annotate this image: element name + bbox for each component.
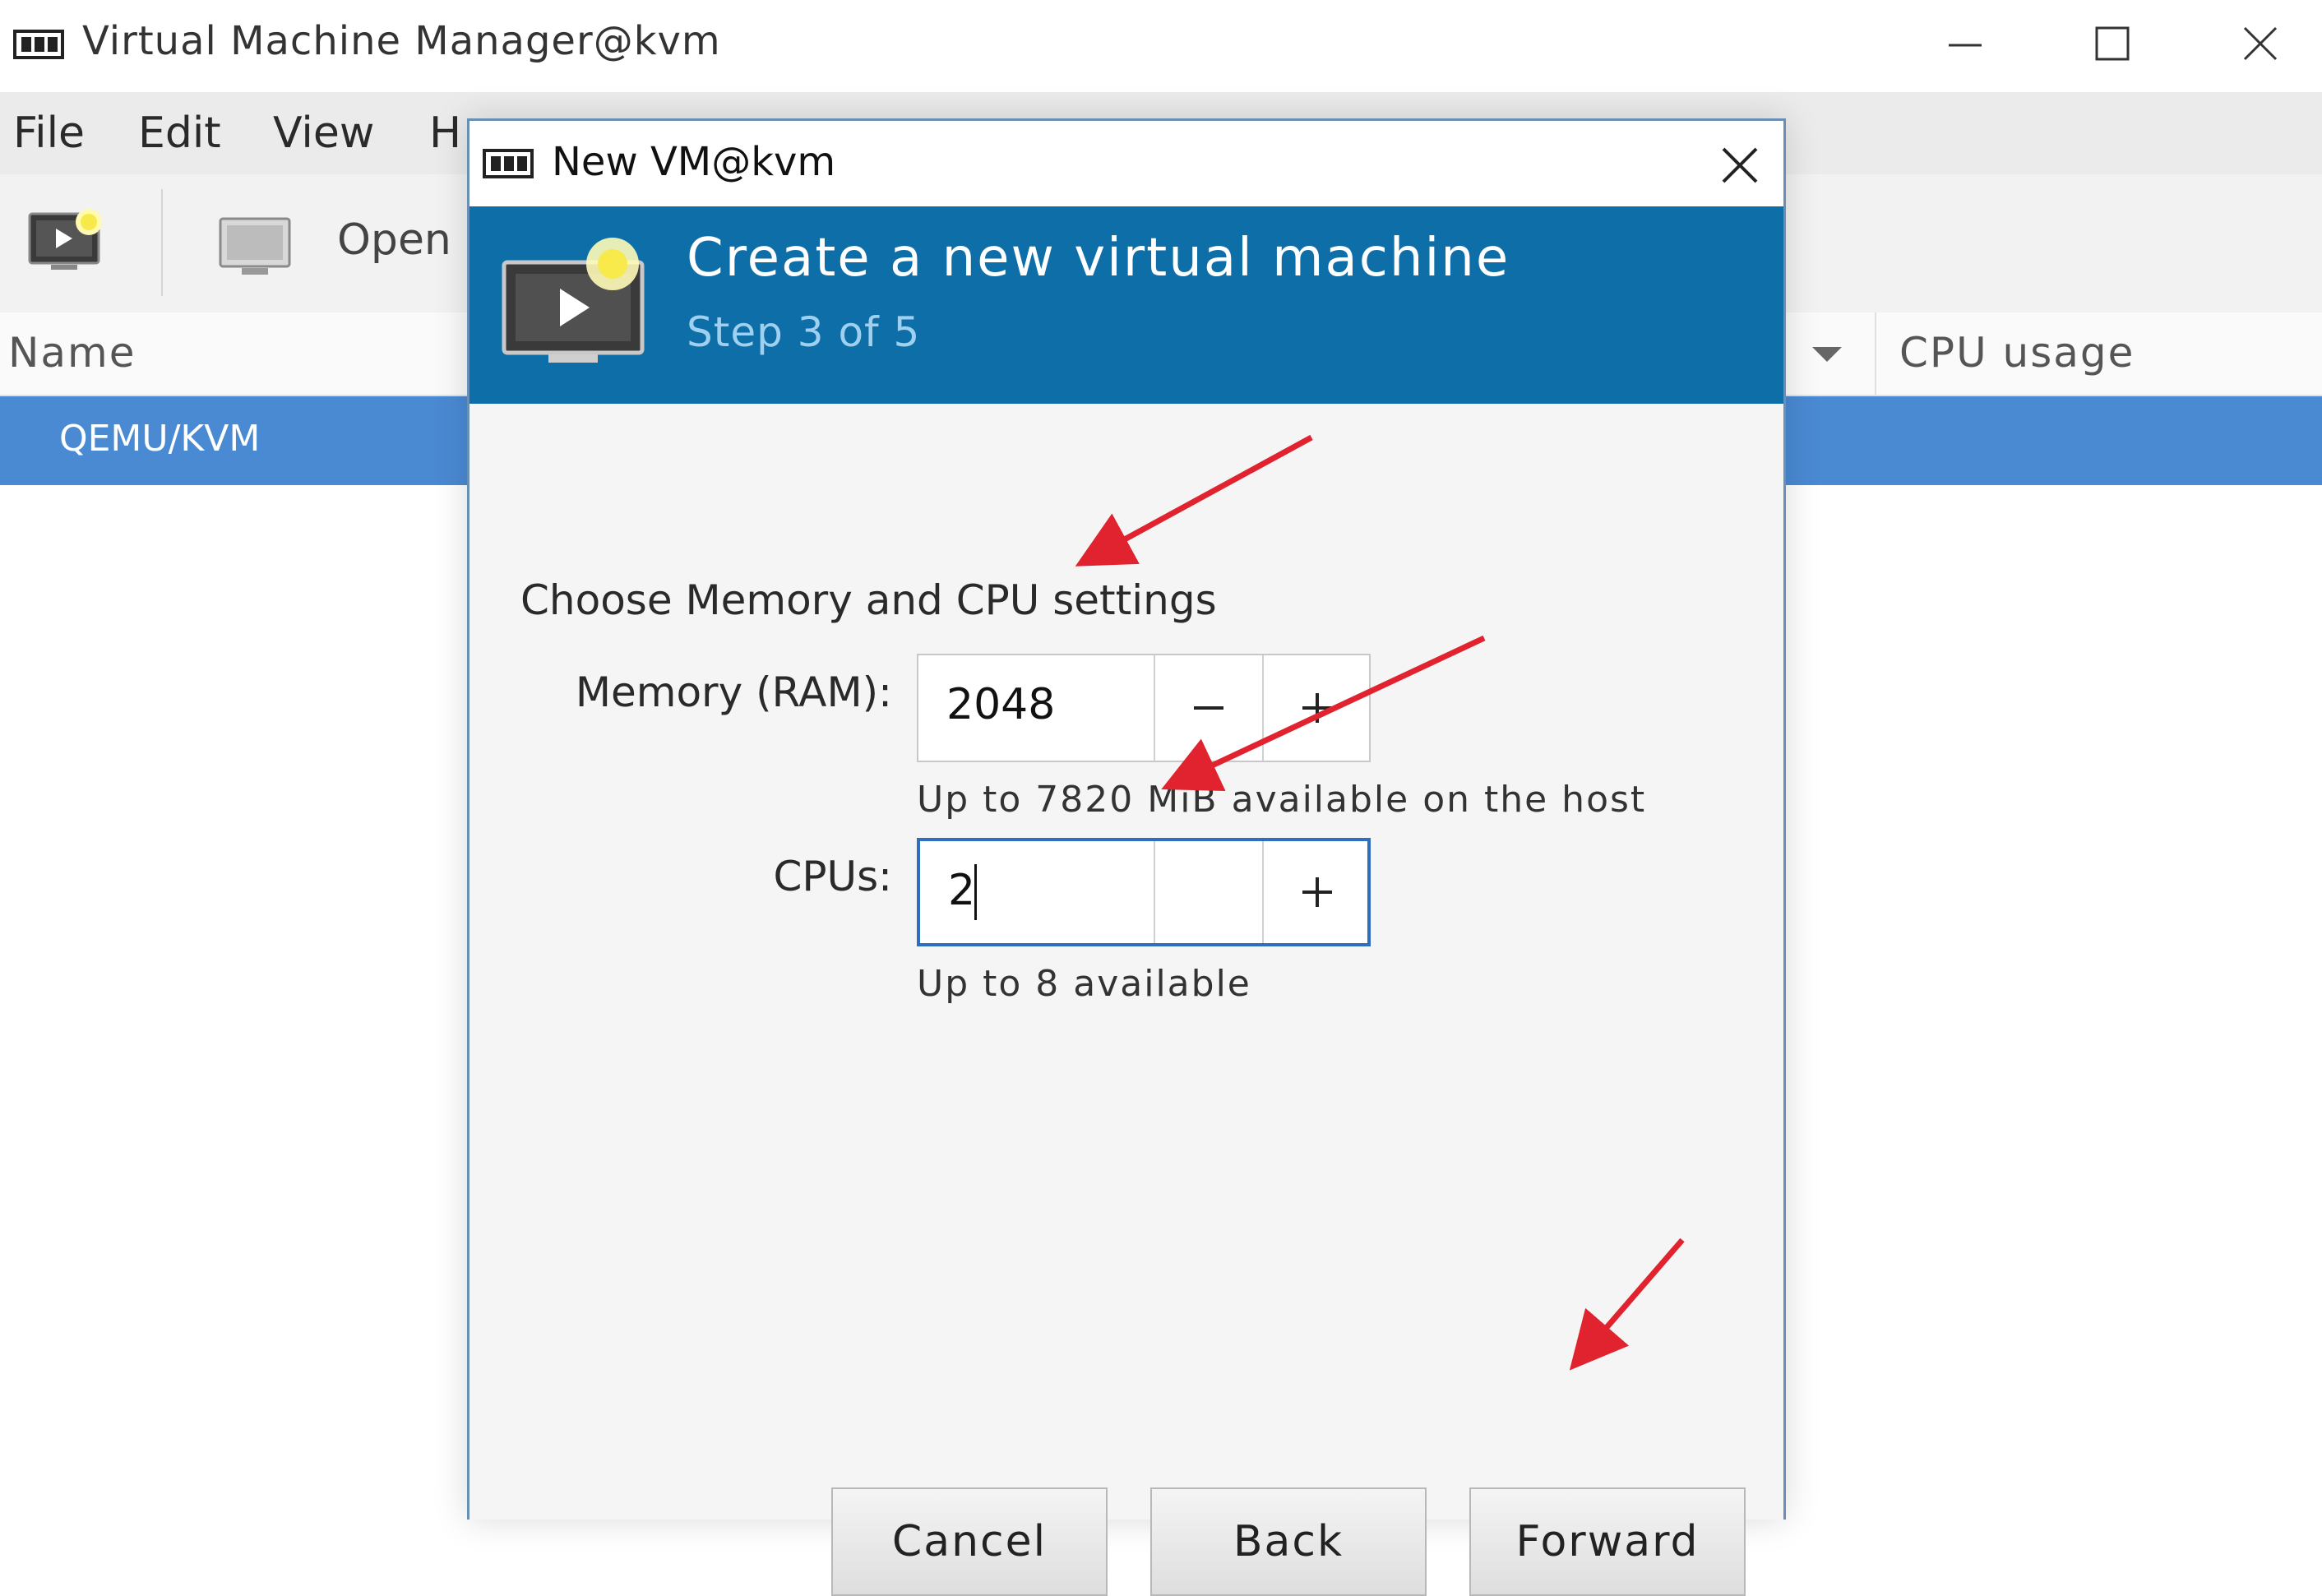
cpus-decrement-button[interactable] [1155,841,1262,943]
memory-decrement-button[interactable] [1155,655,1262,761]
memory-input[interactable]: 2048 [946,680,1055,729]
app-icon [483,149,534,182]
menu-edit[interactable]: Edit [138,109,221,158]
new-vm-icon [497,229,654,381]
maximize-icon[interactable] [2084,18,2141,72]
chevron-down-icon[interactable] [1812,347,1842,367]
forward-button[interactable]: Forward [1469,1487,1746,1596]
minimize-icon[interactable] [1936,18,1993,72]
new-vm-icon[interactable] [26,207,112,285]
column-cpu-usage[interactable]: CPU usage [1899,329,2135,377]
open-button[interactable]: Open [337,215,451,265]
open-console-icon[interactable] [217,215,296,285]
cpus-increment-button[interactable] [1264,841,1371,943]
text-caret [974,864,977,920]
window-title: Virtual Machine Manager@kvm [82,18,721,64]
wizard-banner: Create a new virtual machine Step 3 of 5 [469,206,1783,404]
memory-stepper: 2048 [917,654,1371,762]
menu-help[interactable]: H [429,109,461,158]
menu-view[interactable]: View [273,109,374,158]
cpus-input[interactable]: 2 [948,866,975,915]
memory-hint: Up to 7820 MiB available on the host [917,779,1647,821]
dialog-content: Choose Memory and CPU settings Memory (R… [469,404,1783,1596]
toolbar-separator [161,189,163,296]
memory-increment-button[interactable] [1264,655,1371,761]
main-titlebar: Virtual Machine Manager@kvm [0,0,2322,92]
cpus-stepper: 2 [917,838,1371,946]
close-window-icon[interactable] [2232,18,2289,72]
memory-label: Memory (RAM): [575,668,892,716]
new-vm-dialog: New VM@kvm Create a new virtual machine … [467,118,1786,1596]
back-button[interactable]: Back [1150,1487,1427,1596]
wizard-step: Step 3 of 5 [687,308,921,356]
cancel-button[interactable]: Cancel [831,1487,1108,1596]
cpus-hint: Up to 8 available [917,963,1251,1005]
dialog-title: New VM@kvm [552,139,836,185]
cpus-label: CPUs: [773,853,892,900]
connection-name: QEMU/KVM [59,418,261,460]
section-heading: Choose Memory and CPU settings [520,576,1217,624]
column-separator [1875,312,1876,395]
column-name[interactable]: Name [8,329,136,377]
wizard-title: Create a new virtual machine [687,228,1510,289]
dialog-titlebar: New VM@kvm [469,121,1783,206]
app-icon [13,30,64,62]
menu-file[interactable]: File [13,109,85,158]
close-icon[interactable] [1715,141,1765,190]
